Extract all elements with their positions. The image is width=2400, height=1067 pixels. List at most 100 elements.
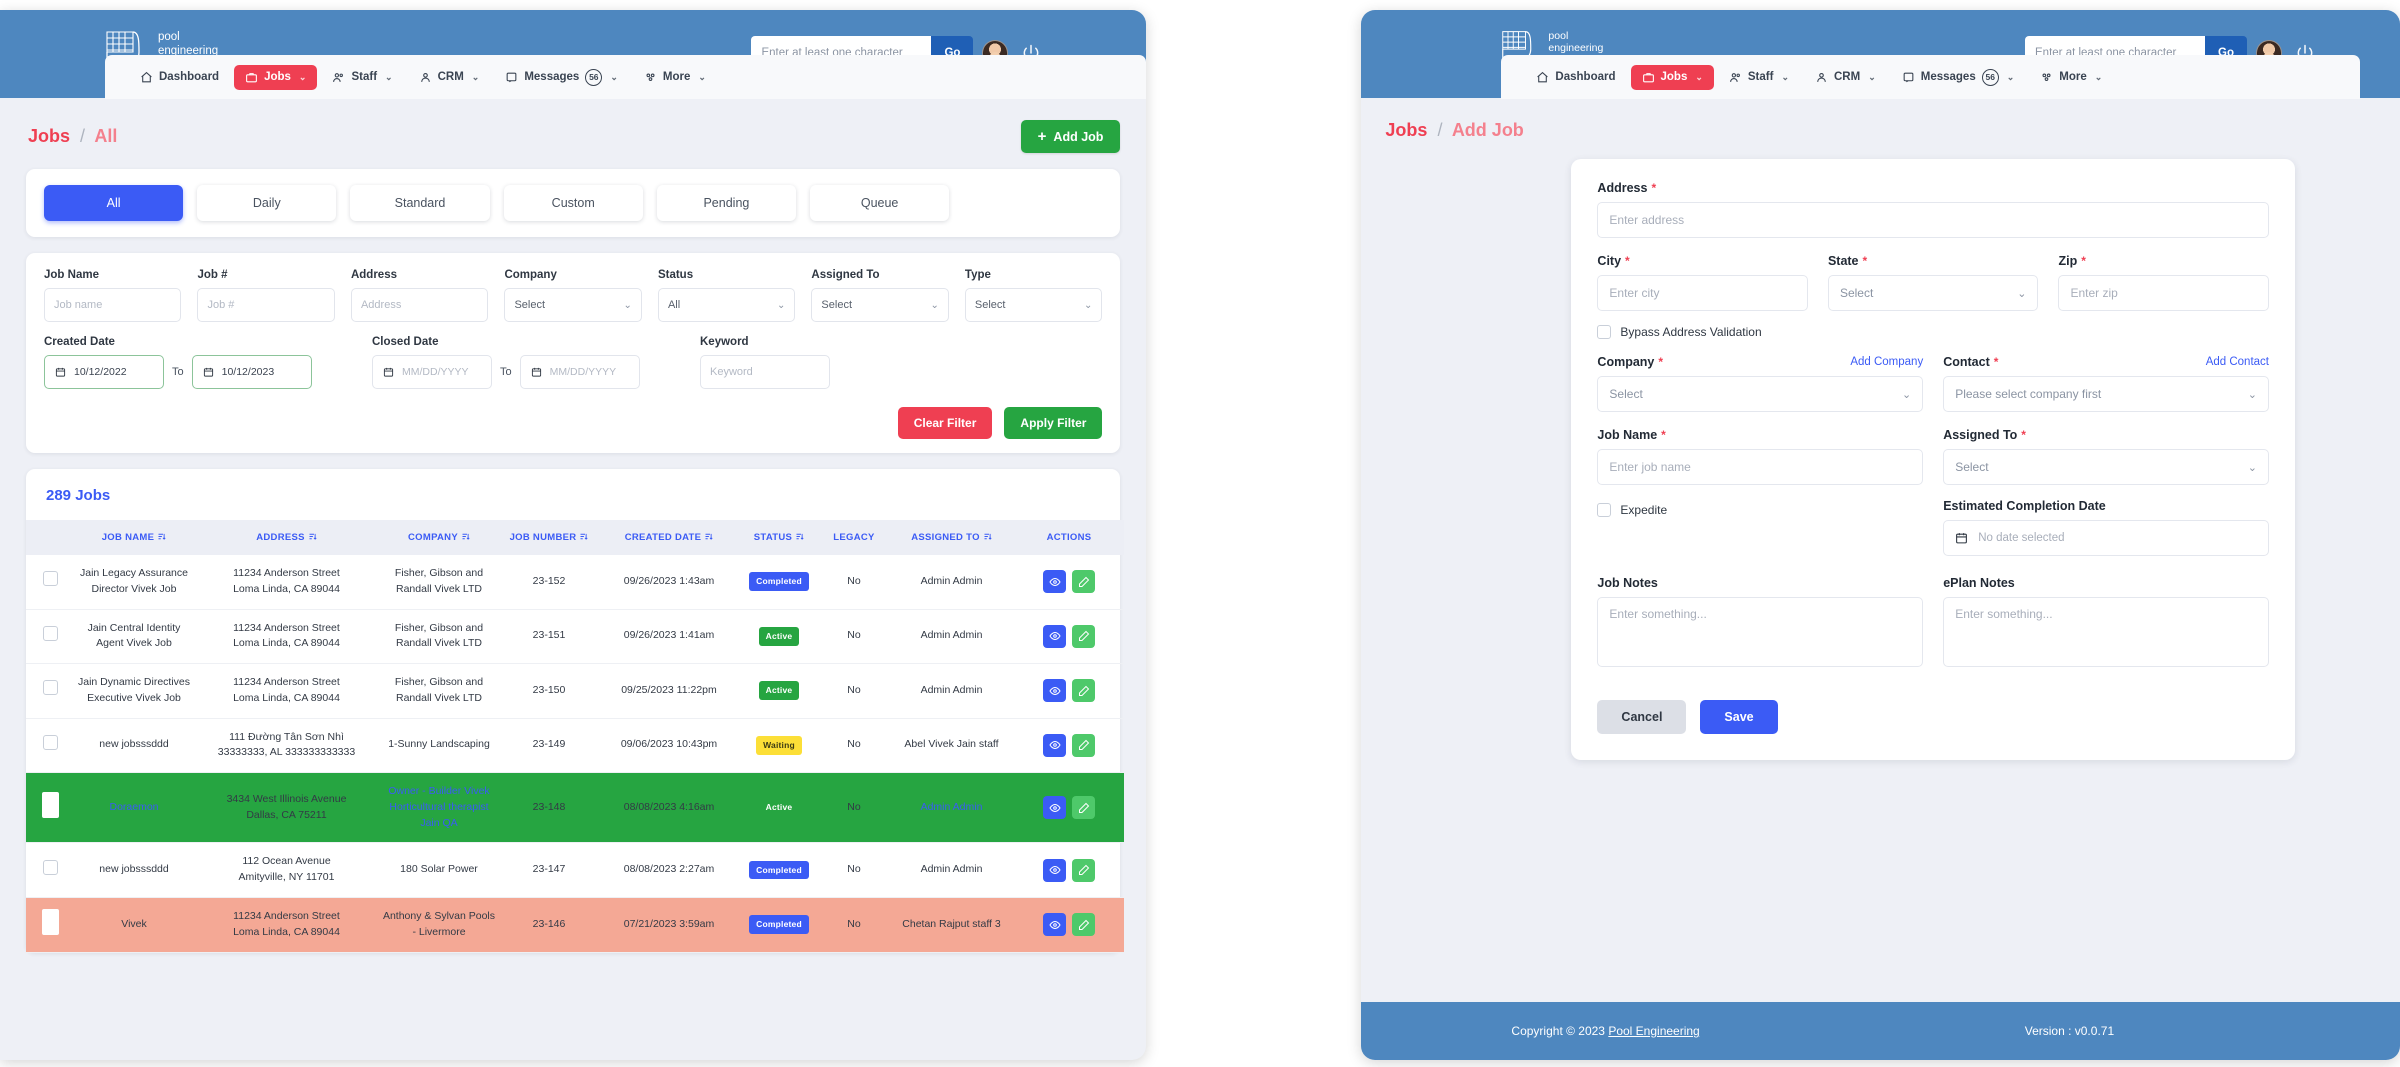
row-checkbox[interactable] xyxy=(42,734,58,750)
input-estimated-completion-date[interactable]: No date selected xyxy=(1943,520,2269,556)
input-zip[interactable] xyxy=(2058,275,2269,311)
textarea-job-notes[interactable] xyxy=(1597,597,1924,667)
filter-input-job-number[interactable] xyxy=(197,288,335,322)
cancel-button[interactable]: Cancel xyxy=(1597,700,1687,734)
view-job-button[interactable] xyxy=(1043,858,1066,882)
row-checkbox[interactable] xyxy=(42,680,58,696)
nav-item-jobs[interactable]: Jobs ⌄ xyxy=(234,64,318,90)
input-job-name[interactable] xyxy=(1597,449,1924,485)
row-checkbox[interactable] xyxy=(41,791,59,818)
input-city[interactable] xyxy=(1597,275,1808,311)
select-assigned-to[interactable]: Select ⌄ xyxy=(1943,449,2269,485)
tab-custom[interactable]: Custom xyxy=(503,185,643,221)
input-address[interactable] xyxy=(1597,202,2269,238)
footer-company-link[interactable]: Pool Engineering xyxy=(1608,1024,1699,1038)
filter-created-date-from[interactable]: 10/12/2022 xyxy=(44,355,164,389)
filter-input-keyword[interactable] xyxy=(700,355,830,389)
filter-input-address[interactable] xyxy=(350,288,489,322)
row-checkbox[interactable] xyxy=(41,908,59,935)
select-state[interactable]: Select ⌄ xyxy=(1827,275,2039,311)
field-bypass-address-validation[interactable]: Bypass Address Validation xyxy=(1597,325,2269,339)
cell-job-name[interactable]: Jain Central Identity Agent Vivek Job xyxy=(74,609,194,664)
cell-company[interactable]: Fisher, Gibson and Randall Vivek LTD xyxy=(379,555,499,610)
filter-select-type[interactable]: Select ⌄ xyxy=(964,288,1103,322)
cell-assigned-to[interactable]: Chetan Rajput staff 3 xyxy=(889,897,1014,953)
breadcrumb-root[interactable]: Jobs xyxy=(28,126,70,146)
tab-pending[interactable]: Pending xyxy=(656,185,797,221)
nav-item-staff[interactable]: Staff ⌄ xyxy=(321,65,403,90)
edit-job-button[interactable] xyxy=(1072,624,1095,648)
tab-all[interactable]: All xyxy=(44,185,184,221)
apply-filter-button[interactable]: Apply Filter xyxy=(1004,407,1103,439)
col-assigned-to[interactable]: ASSIGNED TO xyxy=(889,520,1014,555)
nav-item-staff[interactable]: Staff ⌄ xyxy=(1718,65,1800,90)
filter-select-assigned-to[interactable]: Select ⌄ xyxy=(811,288,949,322)
tab-queue[interactable]: Queue xyxy=(810,185,950,221)
save-button[interactable]: Save xyxy=(1700,700,1778,734)
cell-company[interactable]: Fisher, Gibson and Randall Vivek LTD xyxy=(379,663,499,719)
cell-job-name[interactable]: new jobsssddd xyxy=(74,842,194,898)
view-job-button[interactable] xyxy=(1043,679,1066,703)
table-row[interactable]: new jobsssddd 112 Ocean Avenue Amityville,… xyxy=(26,842,1124,898)
select-company[interactable]: Select ⌄ xyxy=(1597,376,1924,412)
nav-item-jobs[interactable]: Jobs ⌄ xyxy=(1630,64,1714,90)
nav-item-crm[interactable]: CRM ⌄ xyxy=(1804,65,1887,90)
add-job-button[interactable]: + Add Job xyxy=(1020,120,1121,153)
view-job-button[interactable] xyxy=(1043,796,1066,820)
tab-standard[interactable]: Standard xyxy=(350,185,490,221)
col-company[interactable]: COMPANY xyxy=(379,520,499,555)
cell-company[interactable]: Owner - Builder Vivek Horticultural ther… xyxy=(379,772,499,844)
cell-assigned-to[interactable]: Admin Admin xyxy=(889,663,1014,719)
edit-job-button[interactable] xyxy=(1072,733,1095,757)
cell-assigned-to[interactable]: Abel Vivek Jain staff xyxy=(889,718,1014,773)
clear-filter-button[interactable]: Clear Filter xyxy=(897,407,993,439)
filter-closed-date-to[interactable]: MM/DD/YYYY xyxy=(519,355,640,389)
nav-item-messages[interactable]: Messages 56 ⌄ xyxy=(494,63,629,92)
cell-job-name[interactable]: Vivek xyxy=(74,897,194,953)
tab-daily[interactable]: Daily xyxy=(197,185,337,221)
table-row[interactable]: Jain Dynamic Directives Executive Vivek … xyxy=(26,663,1124,719)
cell-company[interactable]: 180 Solar Power xyxy=(379,842,499,898)
textarea-eplan-notes[interactable] xyxy=(1943,597,2269,667)
col-status[interactable]: STATUS xyxy=(739,520,819,555)
view-job-button[interactable] xyxy=(1043,733,1066,757)
nav-item-more[interactable]: More ⌄ xyxy=(2029,65,2113,90)
cell-assigned-to[interactable]: Admin Admin xyxy=(889,555,1014,610)
add-company-link[interactable]: Add Company xyxy=(1850,356,1923,368)
row-checkbox[interactable] xyxy=(42,625,58,641)
row-checkbox[interactable] xyxy=(42,571,58,587)
nav-item-dashboard[interactable]: Dashboard xyxy=(1525,65,1626,90)
edit-job-button[interactable] xyxy=(1072,679,1095,703)
edit-job-button[interactable] xyxy=(1072,796,1095,820)
edit-job-button[interactable] xyxy=(1072,858,1095,882)
checkbox-bypass-address-validation[interactable] xyxy=(1597,325,1612,339)
cell-job-name[interactable]: Jain Legacy Assurance Director Vivek Job xyxy=(74,555,194,610)
cell-job-name[interactable]: Jain Dynamic Directives Executive Vivek … xyxy=(74,663,194,719)
select-contact[interactable]: Please select company first ⌄ xyxy=(1943,376,2269,412)
nav-item-dashboard[interactable]: Dashboard xyxy=(129,65,230,90)
table-row[interactable]: Vivek 11234 Anderson Street Loma Linda, CA… xyxy=(26,897,1124,953)
col-job-name[interactable]: JOB NAME xyxy=(74,520,194,555)
cell-job-name[interactable]: Doraemon xyxy=(74,772,194,844)
cell-job-name[interactable]: new jobsssddd xyxy=(74,718,194,773)
row-checkbox[interactable] xyxy=(42,859,58,875)
table-row[interactable]: Jain Legacy Assurance Director Vivek Job… xyxy=(26,555,1124,610)
table-row[interactable]: Jain Central Identity Agent Vivek Job 112… xyxy=(26,609,1124,664)
cell-company[interactable]: Fisher, Gibson and Randall Vivek LTD xyxy=(379,609,499,664)
filter-closed-date-from[interactable]: MM/DD/YYYY xyxy=(372,355,492,389)
col-created-date[interactable]: CREATED DATE xyxy=(599,520,739,555)
col-address[interactable]: ADDRESS xyxy=(194,520,379,555)
breadcrumb-root[interactable]: Jobs xyxy=(1385,120,1427,140)
view-job-button[interactable] xyxy=(1043,624,1066,648)
nav-item-crm[interactable]: CRM ⌄ xyxy=(408,65,491,90)
col-job-number[interactable]: JOB NUMBER xyxy=(499,520,599,555)
edit-job-button[interactable] xyxy=(1072,913,1095,937)
filter-input-job-name[interactable] xyxy=(44,288,182,322)
cell-assigned-to[interactable]: Admin Admin xyxy=(889,772,1014,844)
filter-select-status[interactable]: All ⌄ xyxy=(657,288,796,322)
nav-item-more[interactable]: More ⌄ xyxy=(633,65,717,90)
filter-created-date-to[interactable]: 10/12/2023 xyxy=(191,355,312,389)
checkbox-expedite[interactable] xyxy=(1597,503,1612,517)
view-job-button[interactable] xyxy=(1043,913,1066,937)
filter-select-company[interactable]: Select ⌄ xyxy=(504,288,642,322)
